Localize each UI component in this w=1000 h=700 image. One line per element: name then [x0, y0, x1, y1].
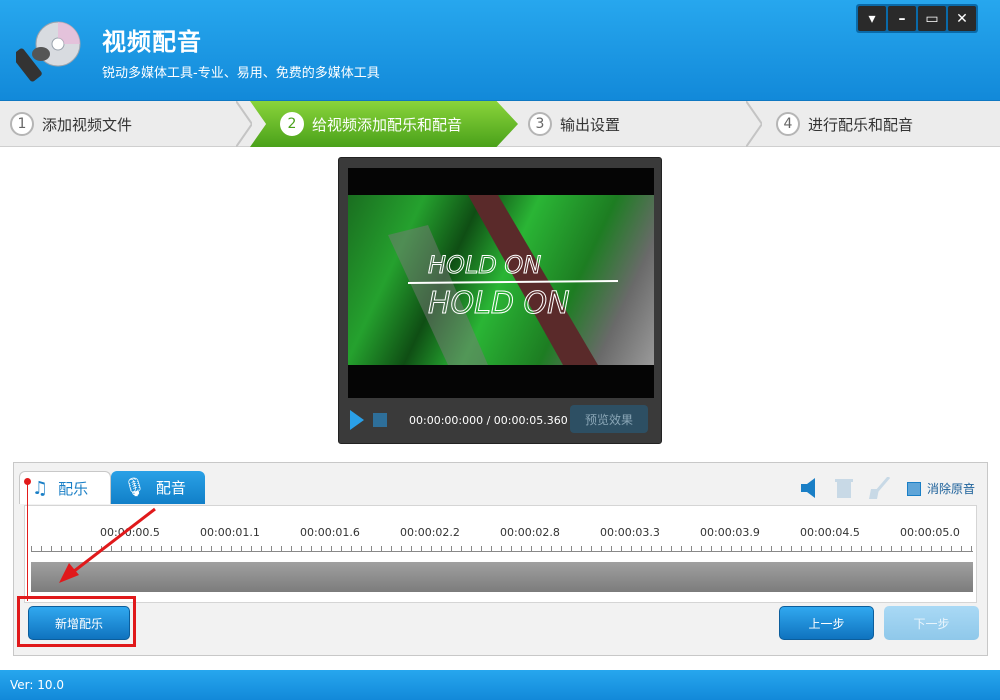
status-bar: Ver: 10.0 — [0, 670, 1000, 700]
remove-original-audio-checkbox[interactable]: 消除原音 — [906, 480, 975, 497]
svg-text:HOLD ON: HOLD ON — [428, 251, 541, 279]
step-separator-icon — [236, 101, 252, 147]
tab-music-label: 配乐 — [58, 479, 89, 498]
timeline[interactable]: 00:00:00.5 00:00:01.1 00:00:01.6 00:00:0… — [24, 505, 977, 603]
playhead-handle[interactable] — [24, 478, 31, 485]
broom-icon[interactable] — [868, 477, 891, 499]
dropdown-icon[interactable]: ▾ — [858, 6, 886, 31]
tick-label: 00:00:02.2 — [400, 526, 460, 539]
step-label: 给视频添加配乐和配音 — [312, 115, 463, 134]
step-number: 4 — [776, 112, 800, 136]
playhead-line[interactable] — [27, 481, 28, 601]
minimize-icon[interactable]: – — [888, 6, 916, 31]
maximize-icon[interactable]: ▭ — [918, 6, 946, 31]
next-step-button[interactable]: 下一步 — [884, 606, 979, 640]
tab-voice[interactable]: 🎙 配音 — [111, 471, 205, 504]
step-label: 输出设置 — [560, 115, 621, 134]
video-thumbnail: HOLD ON HOLD ON — [348, 195, 654, 365]
title-bar: 视频配音 锐动多媒体工具-专业、易用、免费的多媒体工具 ▾ – ▭ ✕ — [0, 0, 1000, 101]
prev-step-button[interactable]: 上一步 — [779, 606, 874, 640]
preview-effect-button[interactable]: 预览效果 — [570, 405, 648, 433]
app-title: 视频配音 — [102, 28, 202, 56]
music-note-icon: ♫ — [32, 477, 49, 499]
step-4[interactable]: 4 进行配乐和配音 — [776, 101, 996, 147]
tick-label: 00:00:03.3 — [600, 526, 660, 539]
video-frame: HOLD ON HOLD ON — [348, 168, 654, 398]
step-1[interactable]: 1 添加视频文件 — [10, 101, 250, 147]
trash-icon[interactable] — [834, 477, 853, 499]
play-icon[interactable] — [350, 410, 364, 430]
close-icon[interactable]: ✕ — [948, 6, 976, 31]
tick-label: 00:00:02.8 — [500, 526, 560, 539]
stop-icon[interactable] — [373, 413, 387, 427]
step-label: 添加视频文件 — [42, 115, 133, 134]
timeline-ruler — [31, 546, 973, 552]
step-number: 3 — [528, 112, 552, 136]
step-2[interactable]: 2 给视频添加配乐和配音 — [250, 101, 518, 147]
svg-text:HOLD ON: HOLD ON — [428, 286, 570, 321]
checkbox-box[interactable] — [906, 482, 921, 496]
step-3[interactable]: 3 输出设置 — [528, 101, 748, 147]
step-label: 进行配乐和配音 — [808, 115, 914, 134]
step-bar: 1 添加视频文件 2 给视频添加配乐和配音 3 输出设置 4 进行配乐和配音 — [0, 101, 1000, 147]
tick-label: 00:00:05.0 — [900, 526, 960, 539]
microphone-icon: 🎙 — [123, 477, 146, 498]
track-tools: 消除原音 — [800, 477, 975, 499]
app-subtitle: 锐动多媒体工具-专业、易用、免费的多媒体工具 — [102, 66, 380, 81]
tick-label: 00:00:04.5 — [800, 526, 860, 539]
tick-label: 00:00:03.9 — [700, 526, 760, 539]
step-number: 1 — [10, 112, 34, 136]
step-number: 2 — [280, 112, 304, 136]
volume-icon[interactable] — [800, 478, 819, 498]
annotation-arrow-icon — [59, 507, 156, 583]
checkbox-label: 消除原音 — [926, 481, 975, 496]
video-preview-panel: HOLD ON HOLD ON 00:00:00:000 / 00:00:05.… — [338, 157, 662, 444]
tab-music[interactable]: ♫ 配乐 — [19, 471, 111, 504]
player-controls: 00:00:00:000 / 00:00:05.360 预览效果 — [348, 405, 654, 435]
tick-label: 00:00:01.1 — [200, 526, 260, 539]
step-separator-icon — [746, 101, 762, 147]
tab-voice-label: 配音 — [155, 479, 186, 497]
music-track[interactable] — [31, 562, 973, 592]
video-graphic: HOLD ON HOLD ON — [388, 195, 619, 365]
window-controls: ▾ – ▭ ✕ — [856, 4, 978, 33]
tick-label: 00:00:01.6 — [300, 526, 360, 539]
time-display: 00:00:00:000 / 00:00:05.360 — [409, 413, 568, 427]
version-label: Ver: 10.0 — [10, 678, 64, 692]
add-music-button[interactable]: 新增配乐 — [28, 606, 130, 640]
app-logo-icon — [16, 21, 81, 82]
